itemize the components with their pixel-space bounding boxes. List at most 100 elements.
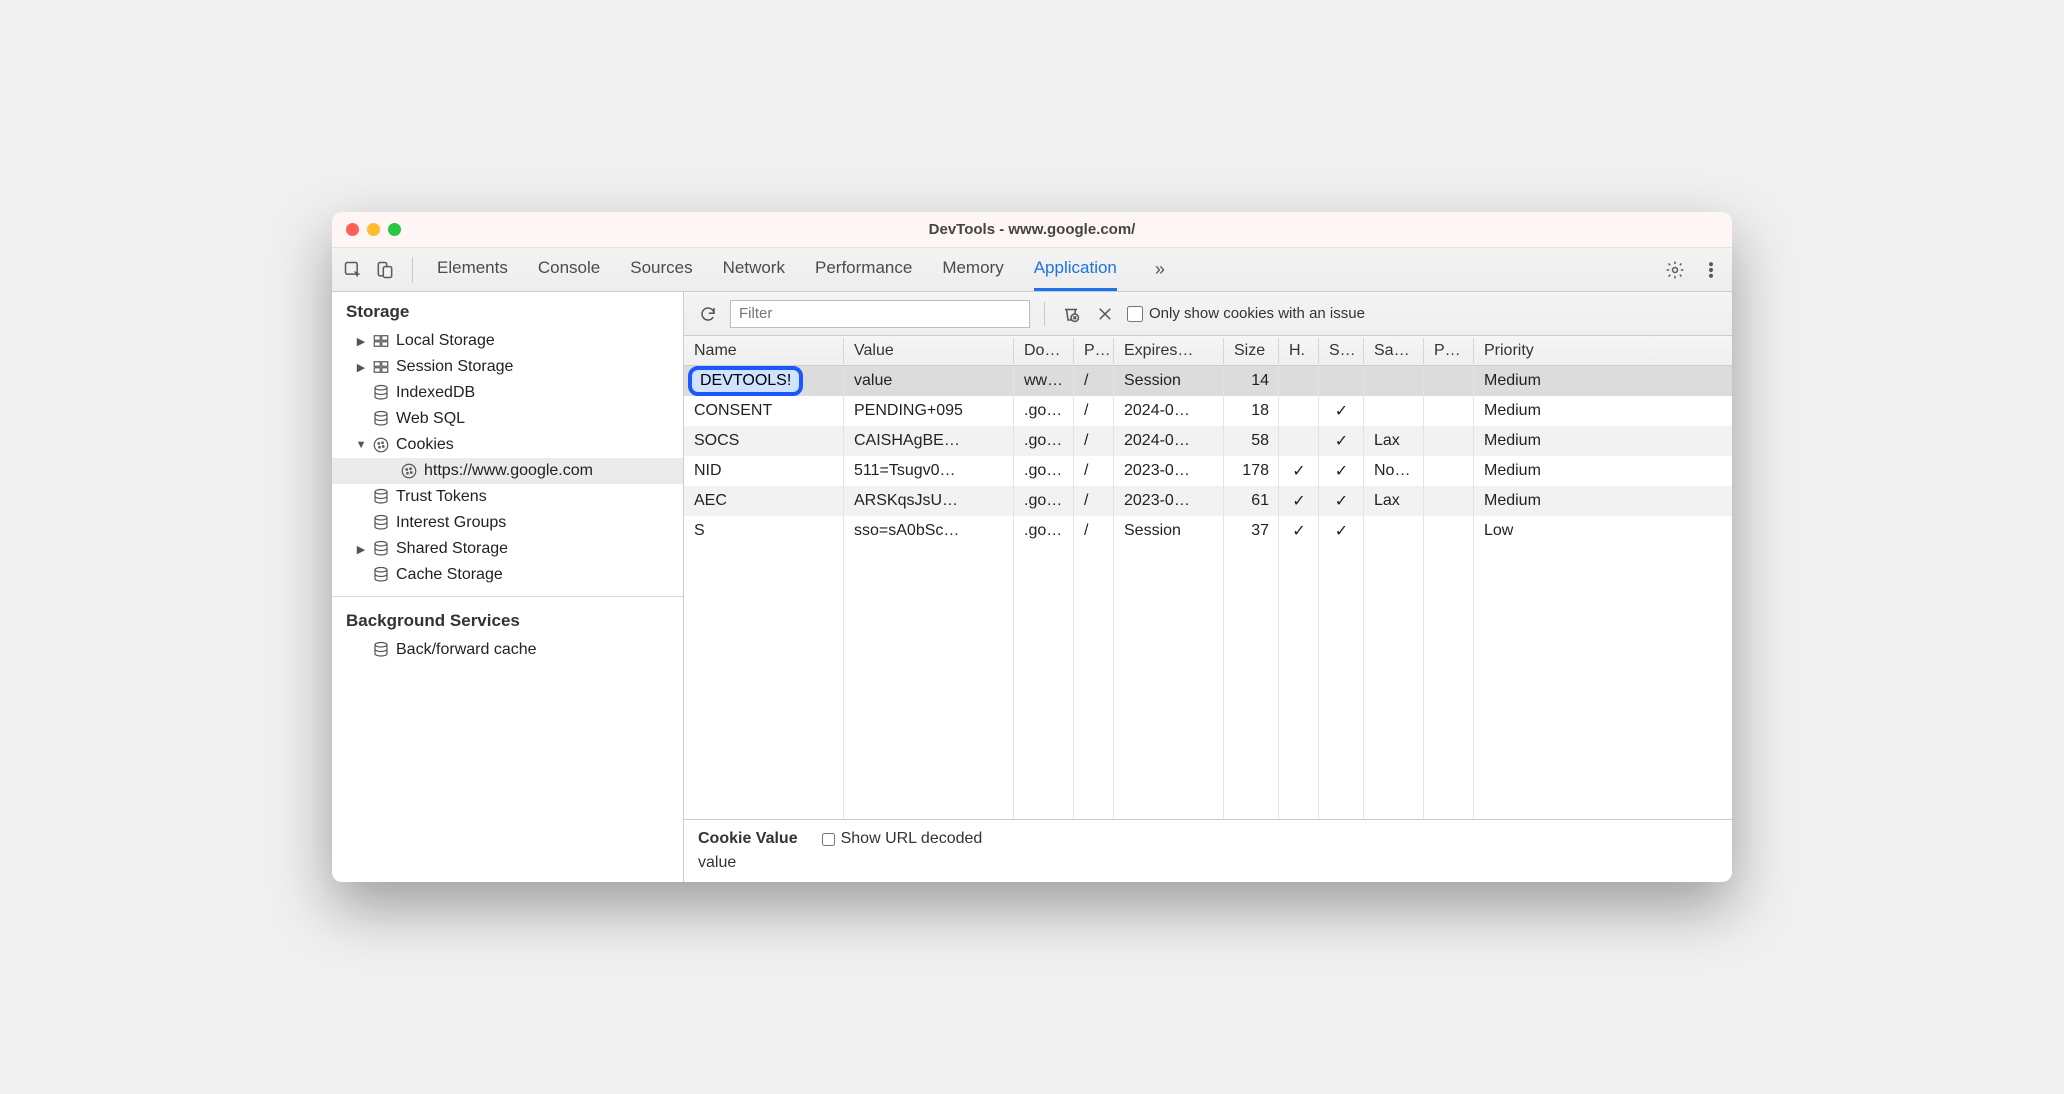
disclosure-triangle-icon[interactable]: ▶ [356,335,366,348]
show-decoded-checkbox[interactable] [822,833,835,846]
col-secure[interactable]: S… [1319,338,1364,364]
device-toolbar-icon[interactable] [372,257,398,283]
col-name[interactable]: Name [684,338,844,364]
cell-path: / [1074,402,1114,420]
cell-name[interactable]: NID [684,462,844,480]
sidebar-item-storage-4[interactable]: ▼Cookies [332,432,683,458]
cookie-icon [400,462,418,480]
table-row[interactable]: CONSENTPENDING+095.go…/2024-0…18✓Medium [684,396,1732,426]
cell-name[interactable]: DEVTOOLS! [684,366,844,396]
inspect-element-icon[interactable] [340,257,366,283]
tab-elements[interactable]: Elements [437,248,508,291]
cell-path: / [1074,372,1114,390]
col-priority[interactable]: Priority [1474,338,1732,364]
table-header: Name Value Do… P… Expires… Size H. S… Sa… [684,336,1732,366]
disclosure-triangle-icon[interactable]: ▶ [356,361,366,374]
cookie-name-editing[interactable]: DEVTOOLS! [688,366,803,396]
sidebar-item-storage-0[interactable]: ▶Local Storage [332,328,683,354]
cookie-value-label: Cookie Value [698,830,798,848]
sidebar-item-storage-9[interactable]: Cache Storage [332,562,683,588]
cookie-detail: Cookie Value Show URL decoded value [684,819,1732,882]
cell-size: 178 [1224,462,1279,480]
minimize-window-button[interactable] [367,223,380,236]
sidebar-item-storage-6[interactable]: Trust Tokens [332,484,683,510]
titlebar: DevTools - www.google.com/ [332,212,1732,248]
cell-expires: Session [1114,522,1224,540]
cell-priority: Medium [1474,372,1732,390]
col-partition[interactable]: P… [1424,338,1474,364]
col-expires[interactable]: Expires… [1114,338,1224,364]
sidebar-item-storage-8[interactable]: ▶ Shared Storage [332,536,683,562]
tab-console[interactable]: Console [538,248,600,291]
table-row[interactable]: SOCSCAISHAgBE….go…/2024-0…58✓LaxMedium [684,426,1732,456]
cell-priority: Low [1474,522,1732,540]
sidebar-item-label: Shared Storage [396,540,683,558]
cell-domain: .go… [1014,402,1074,420]
table-row[interactable]: Ssso=sA0bSc….go…/Session37✓✓Low [684,516,1732,546]
more-options-icon[interactable] [1698,257,1724,283]
cell-expires: 2023-0… [1114,492,1224,510]
table-row[interactable]: AECARSKqsJsU….go…/2023-0…61✓✓LaxMedium [684,486,1732,516]
clear-all-icon[interactable] [1059,302,1083,326]
col-domain[interactable]: Do… [1014,338,1074,364]
sidebar-item-storage-1[interactable]: ▶Session Storage [332,354,683,380]
col-path[interactable]: P… [1074,338,1114,364]
cell-httponly: ✓ [1279,461,1319,481]
tabs-overflow-button[interactable]: » [1147,259,1173,280]
sidebar-item-storage-5[interactable]: https://www.google.com [332,458,683,484]
sidebar-separator [332,596,683,597]
tab-performance[interactable]: Performance [815,248,912,291]
cookie-icon [372,436,390,454]
sidebar-item-storage-3[interactable]: Web SQL [332,406,683,432]
cell-size: 37 [1224,522,1279,540]
delete-selected-icon[interactable] [1093,302,1117,326]
cell-path: / [1074,522,1114,540]
cookie-value-text: value [698,854,1718,872]
cell-value: 511=Tsugv0… [844,462,1014,480]
tab-sources[interactable]: Sources [630,248,692,291]
cookies-panel: Only show cookies with an issue Name Val… [684,292,1732,882]
sidebar-item-storage-7[interactable]: Interest Groups [332,510,683,536]
cell-name[interactable]: AEC [684,492,844,510]
panel-tabs: Elements Console Sources Network Perform… [437,248,1656,291]
cell-domain: .go… [1014,432,1074,450]
sidebar-item-background-0[interactable]: Back/forward cache [332,637,683,663]
cell-expires: 2024-0… [1114,402,1224,420]
cell-expires: 2023-0… [1114,462,1224,480]
cell-name[interactable]: CONSENT [684,402,844,420]
col-value[interactable]: Value [844,338,1014,364]
settings-icon[interactable] [1662,257,1688,283]
only-issue-checkbox[interactable] [1127,306,1143,322]
sidebar-item-label: Trust Tokens [396,488,683,506]
tab-network[interactable]: Network [723,248,785,291]
table-row[interactable]: DEVTOOLS!valueww…/Session14Medium [684,366,1732,396]
refresh-icon[interactable] [696,302,720,326]
sidebar-item-label: Web SQL [396,410,683,428]
only-issue-label: Only show cookies with an issue [1149,305,1365,322]
disclosure-triangle-icon[interactable]: ▶ [356,543,366,556]
cell-name[interactable]: S [684,522,844,540]
cell-value: ARSKqsJsU… [844,492,1014,510]
db-icon [372,514,390,532]
cell-name[interactable]: SOCS [684,432,844,450]
show-decoded-toggle[interactable]: Show URL decoded [822,830,983,848]
col-size[interactable]: Size [1224,338,1279,364]
close-window-button[interactable] [346,223,359,236]
cell-priority: Medium [1474,462,1732,480]
zoom-window-button[interactable] [388,223,401,236]
table-row[interactable]: NID511=Tsugv0….go…/2023-0…178✓✓No…Medium [684,456,1732,486]
sidebar-item-storage-2[interactable]: IndexedDB [332,380,683,406]
tab-memory[interactable]: Memory [942,248,1003,291]
only-issue-toggle[interactable]: Only show cookies with an issue [1127,305,1365,322]
disclosure-triangle-icon[interactable]: ▼ [356,439,366,451]
col-samesite[interactable]: Sa… [1364,338,1424,364]
cell-priority: Medium [1474,432,1732,450]
filter-input[interactable] [730,300,1030,328]
cell-value: PENDING+095 [844,402,1014,420]
col-httponly[interactable]: H. [1279,338,1319,364]
cell-secure: ✓ [1319,431,1364,451]
db-icon [372,410,390,428]
tab-application[interactable]: Application [1034,248,1117,291]
section-background: Background Services [332,601,683,637]
section-storage: Storage [332,292,683,328]
